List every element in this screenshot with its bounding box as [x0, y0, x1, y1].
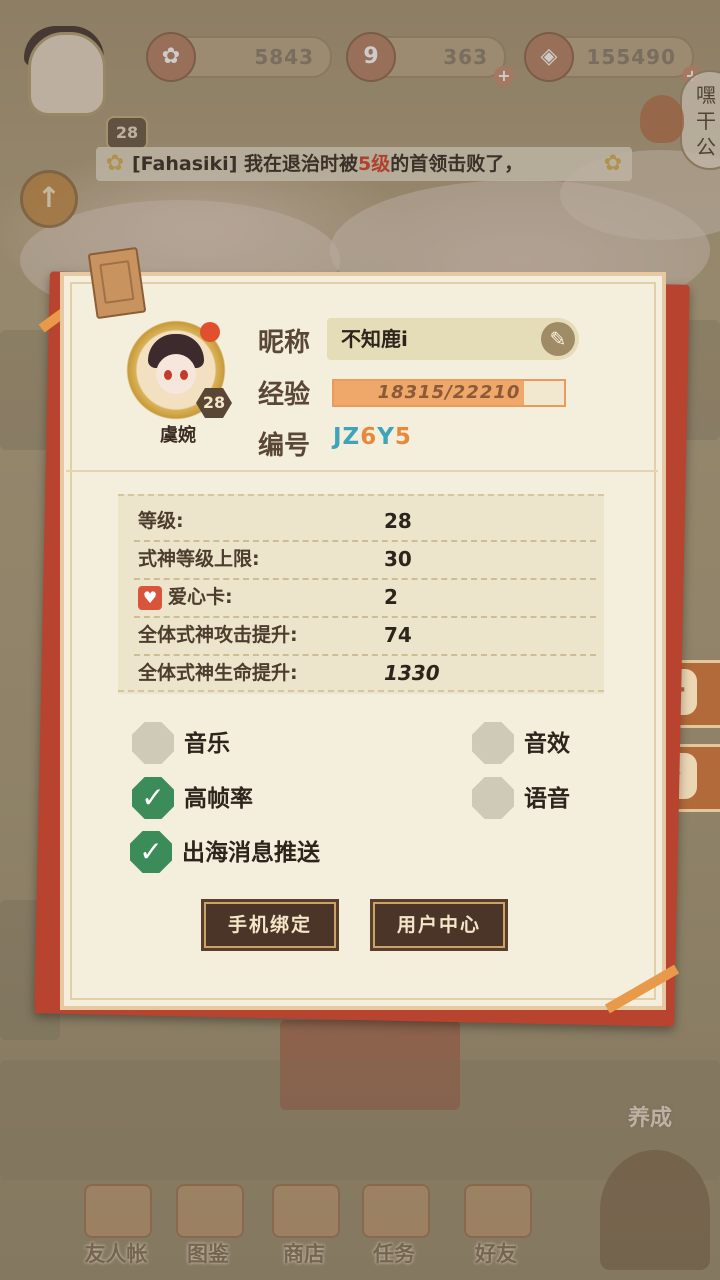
option-label: 出海消息推送 [182, 840, 320, 866]
stat-key: ♥ 爱心卡: [138, 578, 233, 616]
stat-row-level: 等级: 28 [134, 502, 596, 542]
avatar-eye [180, 370, 188, 380]
stat-key: 式神等级上限: [138, 548, 260, 570]
option-label: 高帧率 [184, 786, 253, 812]
stat-value: 2 [384, 585, 398, 609]
stat-row-hp-bonus: 全体式神生命提升: 1330 [134, 654, 596, 692]
sun-ornament-icon [200, 322, 220, 342]
stat-value: 28 [384, 509, 412, 533]
phone-bind-button[interactable]: 手机绑定 [204, 902, 336, 948]
profile-title: 虞婉 [160, 425, 196, 446]
option-label: 语音 [524, 786, 570, 812]
user-center-button[interactable]: 用户中心 [373, 902, 505, 948]
edit-pencil-icon[interactable]: ✎ [541, 322, 575, 356]
nickname-value: 不知鹿i [341, 327, 408, 351]
id-label: 编号 [258, 431, 311, 461]
avatar-eye [164, 370, 172, 380]
option-label: 音乐 [184, 731, 230, 757]
stat-value: 1330 [384, 661, 440, 685]
experience-value: 18315/22210 [377, 382, 521, 403]
heart-icon: ♥ [138, 585, 162, 610]
nickname-label: 昵称 [258, 328, 311, 358]
profile-avatar[interactable]: 28 [126, 320, 232, 420]
option-label: 音效 [524, 731, 570, 757]
stat-row-attack-bonus: 全体式神攻击提升: 74 [134, 616, 596, 656]
stat-row-heart-card: ♥ 爱心卡: 2 [134, 578, 596, 618]
player-id: JZ6Y5 [333, 424, 412, 450]
stat-value: 74 [384, 623, 412, 647]
experience-bar: 18315/22210 [332, 379, 566, 407]
wooden-clip-decor [87, 246, 147, 320]
stats-table: 等级: 28 式神等级上限: 30 ♥ 爱心卡: 2 全体式神攻击提升: 74 全… [118, 494, 604, 694]
stat-key: 等级: [138, 510, 184, 532]
stat-row-shikigami-cap: 式神等级上限: 30 [134, 540, 596, 580]
experience-label: 经验 [258, 380, 311, 410]
section-divider [66, 470, 658, 472]
avatar-face [156, 354, 196, 394]
stat-value: 30 [384, 547, 412, 571]
stat-key: 全体式神生命提升: [138, 662, 298, 684]
stat-key: 全体式神攻击提升: [138, 624, 298, 646]
